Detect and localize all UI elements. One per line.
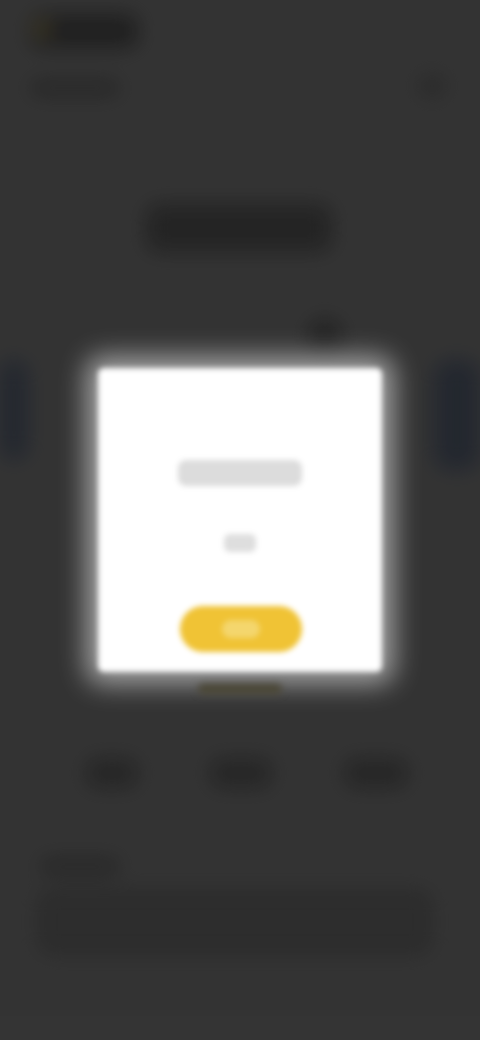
modal-dialog (98, 368, 382, 672)
button-label-mark (222, 620, 260, 638)
modal-title (178, 460, 302, 486)
modal-shadow-accent (198, 684, 282, 694)
modal-icon (224, 534, 256, 552)
